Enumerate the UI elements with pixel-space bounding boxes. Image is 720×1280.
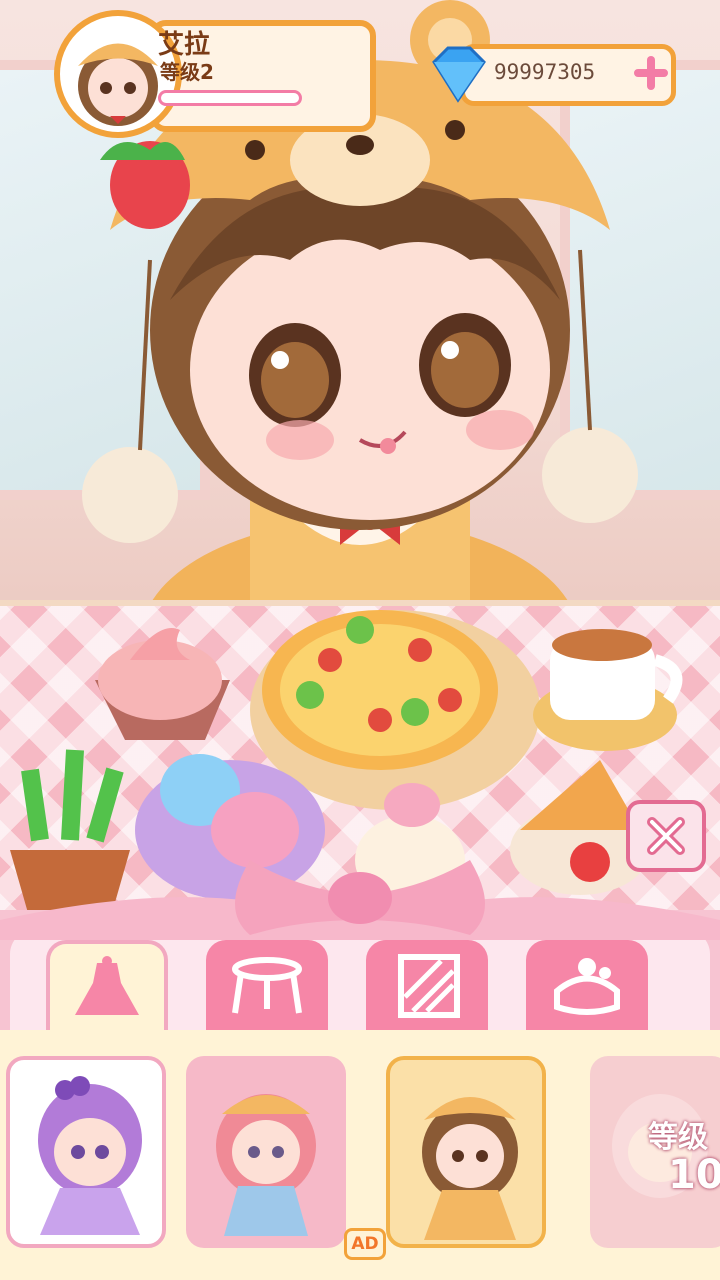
tab-furniture[interactable] — [206, 940, 328, 1032]
stool-icon — [232, 957, 302, 1014]
bear-hat-girl-portrait — [422, 1097, 518, 1240]
coffee-cup-item[interactable] — [533, 629, 683, 751]
character-card-cherry[interactable] — [186, 1056, 346, 1248]
player-level: 等级2 — [160, 60, 214, 84]
diamond-icon — [432, 46, 486, 103]
ad-badge[interactable]: AD — [344, 1228, 386, 1260]
tab-dessert[interactable] — [526, 940, 648, 1032]
ribbon-bow-decoration — [0, 860, 720, 940]
unlock-level-label: 等级 — [648, 1120, 708, 1155]
dress-icon — [75, 956, 139, 1015]
grape-girl-portrait — [38, 1076, 142, 1235]
character-card-bear[interactable] — [386, 1056, 546, 1248]
unlock-level-value: 10 — [668, 1152, 720, 1198]
gem-counter: 99997305 — [420, 40, 676, 110]
player-profile[interactable]: 艾拉 等级2 — [50, 10, 380, 138]
dessert-icon — [554, 958, 620, 1015]
plus-icon — [634, 56, 668, 90]
gem-count: 99997305 — [494, 60, 596, 84]
add-gems-button[interactable] — [634, 56, 668, 90]
cherry-cap-girl-portrait — [216, 1094, 316, 1236]
tab-dress[interactable] — [46, 940, 168, 1032]
tab-wallpaper[interactable] — [366, 940, 488, 1032]
wallpaper-icon — [398, 954, 460, 1018]
cupcake-item[interactable] — [95, 628, 230, 740]
character-card-grape[interactable] — [6, 1056, 166, 1248]
xp-progress-bar — [158, 90, 302, 106]
